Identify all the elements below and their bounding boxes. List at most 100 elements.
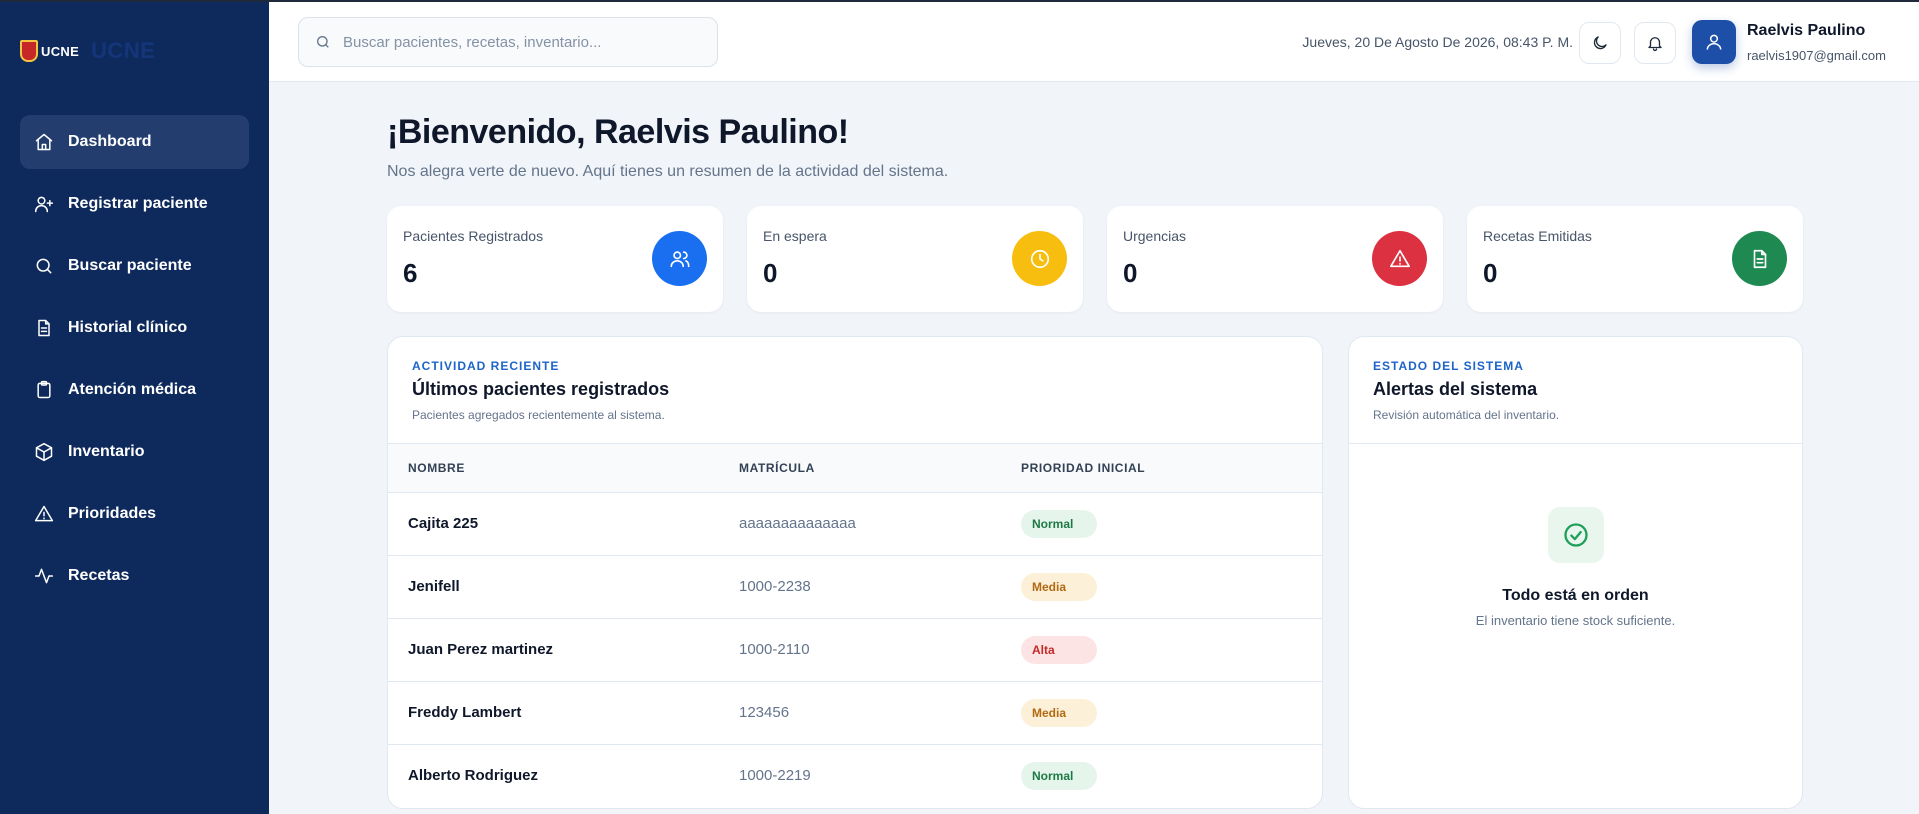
priority-badge: Normal	[1021, 761, 1097, 790]
notifications-button[interactable]	[1634, 22, 1676, 64]
activity-icon	[34, 568, 54, 584]
column-header-nombre[interactable]: NOMBRE	[388, 444, 739, 492]
current-datetime: Jueves, 20 De Agosto De 2026, 08:43 P. M…	[1302, 34, 1573, 50]
logo-emblem: UCNE	[20, 40, 79, 62]
table-row[interactable]: Cajita 225 aaaaaaaaaaaaaa Normal	[388, 492, 1322, 555]
cell-matricula: 123456	[739, 704, 790, 721]
shield-icon	[20, 40, 38, 62]
cell-nombre: Alberto Rodriguez	[408, 767, 538, 785]
table-row[interactable]: Juan Perez martinez 1000-2110 Alta	[388, 618, 1322, 681]
table-row[interactable]: Jenifell 1000-2238 Media	[388, 555, 1322, 618]
stat-value: 0	[1483, 258, 1498, 288]
stat-value: 6	[403, 258, 418, 288]
stat-label: Urgencias	[1123, 228, 1187, 244]
sidebar-item-label: Historial clínico	[68, 319, 188, 336]
user-icon	[1706, 34, 1722, 50]
priority-badge: Media	[1021, 698, 1097, 727]
file-text-icon	[1732, 231, 1787, 286]
sidebar-item-registrar-paciente[interactable]: Registrar paciente	[20, 177, 249, 231]
table-row[interactable]: Freddy Lambert 123456 Media	[388, 681, 1322, 744]
empty-state: Todo está en orden El inventario tiene s…	[1349, 507, 1802, 628]
card-subtitle: Pacientes agregados recientemente al sis…	[412, 408, 665, 422]
sidebar-item-label: Buscar paciente	[68, 257, 192, 274]
column-header-matricula[interactable]: MATRÍCULA	[739, 444, 1021, 492]
stat-label: Recetas Emitidas	[1483, 228, 1592, 244]
column-header-prioridad[interactable]: PRIORIDAD INICIAL	[1021, 444, 1322, 492]
clock-icon	[1012, 231, 1067, 286]
search-input[interactable]	[343, 33, 703, 51]
page-title: ¡Bienvenido, Raelvis Paulino!	[387, 113, 849, 151]
top-header: Jueves, 20 De Agosto De 2026, 08:43 P. M…	[269, 2, 1919, 82]
theme-toggle-button[interactable]	[1579, 22, 1621, 64]
users-icon	[652, 231, 707, 286]
cell-matricula: 1000-2219	[739, 767, 811, 785]
logo-text: UCNE	[91, 38, 156, 63]
sidebar-item-recetas[interactable]: Recetas	[20, 549, 249, 603]
cell-matricula: 1000-2238	[739, 578, 811, 595]
stat-value: 0	[763, 258, 778, 288]
stat-card-pacientes: Pacientes Registrados 6	[387, 206, 723, 312]
package-icon	[35, 442, 53, 462]
search-icon	[36, 258, 52, 274]
stat-label: Pacientes Registrados	[403, 228, 544, 244]
patients-table: NOMBRE MATRÍCULA PRIORIDAD INICIAL Cajit…	[388, 444, 1322, 807]
page-subtitle: Nos alegra verte de nuevo. Aquí tienes u…	[387, 163, 949, 180]
alert-triangle-icon	[1372, 231, 1427, 286]
cell-matricula: 1000-2110	[739, 641, 810, 658]
card-subtitle: Revisión automática del inventario.	[1373, 408, 1560, 422]
alert-triangle-icon	[34, 505, 54, 522]
sidebar-item-atencion-medica[interactable]: Atención médica	[20, 363, 249, 417]
sidebar-item-dashboard[interactable]: Dashboard	[20, 115, 249, 169]
sidebar-item-label: Registrar paciente	[68, 195, 208, 212]
user-email: raelvis1907@gmail.com	[1747, 48, 1886, 63]
stat-card-urgencias: Urgencias 0	[1107, 206, 1443, 312]
cell-nombre: Jenifell	[408, 578, 460, 595]
check-circle-icon	[1547, 507, 1604, 563]
sidebar-item-label: Dashboard	[68, 133, 152, 150]
moon-icon	[1593, 36, 1607, 50]
priority-badge: Media	[1021, 572, 1097, 601]
logo-text-small: UCNE	[41, 43, 80, 59]
sidebar-item-historial-clinico[interactable]: Historial clínico	[20, 301, 249, 355]
sidebar-item-label: Inventario	[68, 443, 145, 460]
stat-card-en-espera: En espera 0	[747, 206, 1083, 312]
sidebar-item-buscar-paciente[interactable]: Buscar paciente	[20, 239, 249, 293]
sidebar: UCNE UCNE Dashboard Registrar paciente B…	[0, 0, 269, 814]
stat-label: En espera	[763, 228, 827, 244]
logo[interactable]: UCNE UCNE	[20, 38, 155, 64]
card-title: Alertas del sistema	[1373, 379, 1538, 399]
cell-matricula: aaaaaaaaaaaaaa	[739, 515, 856, 532]
priority-badge: Alta	[1021, 635, 1097, 664]
user-plus-icon	[34, 196, 54, 213]
table-row[interactable]: Alberto Rodriguez 1000-2219 Normal	[388, 744, 1322, 807]
sidebar-item-label: Recetas	[68, 567, 130, 584]
file-text-icon	[38, 319, 50, 337]
status-title: Todo está en orden	[1502, 587, 1649, 604]
search-bar[interactable]	[298, 17, 718, 67]
home-icon	[35, 133, 53, 151]
stat-card-recetas: Recetas Emitidas 0	[1467, 206, 1803, 312]
sidebar-item-label: Prioridades	[68, 505, 157, 522]
card-eyebrow: ESTADO DEL SISTEMA	[1373, 359, 1524, 373]
status-subtitle: El inventario tiene stock suficiente.	[1475, 613, 1676, 628]
cell-nombre: Cajita 225	[408, 515, 479, 532]
search-icon	[317, 36, 329, 48]
card-header: ESTADO DEL SISTEMA Alertas del sistema R…	[1349, 337, 1802, 444]
avatar[interactable]	[1692, 20, 1736, 64]
cell-nombre: Juan Perez martinez	[408, 641, 554, 658]
sidebar-item-inventario[interactable]: Inventario	[20, 425, 249, 479]
system-alerts-card: ESTADO DEL SISTEMA Alertas del sistema R…	[1348, 336, 1803, 809]
table-header-row: NOMBRE MATRÍCULA PRIORIDAD INICIAL	[388, 444, 1322, 492]
bell-icon	[1648, 37, 1662, 52]
card-header: ACTIVIDAD RECIENTE Últimos pacientes reg…	[388, 337, 1322, 444]
window-top-border	[0, 0, 1919, 2]
sidebar-item-prioridades[interactable]: Prioridades	[20, 487, 249, 541]
recent-patients-card: ACTIVIDAD RECIENTE Últimos pacientes reg…	[387, 336, 1323, 809]
clipboard-icon	[37, 380, 51, 399]
user-name: Raelvis Paulino	[1747, 22, 1866, 39]
sidebar-item-label: Atención médica	[68, 381, 197, 398]
card-eyebrow: ACTIVIDAD RECIENTE	[412, 359, 560, 373]
priority-badge: Normal	[1021, 509, 1097, 538]
cell-nombre: Freddy Lambert	[408, 704, 522, 721]
stat-value: 0	[1123, 258, 1138, 288]
